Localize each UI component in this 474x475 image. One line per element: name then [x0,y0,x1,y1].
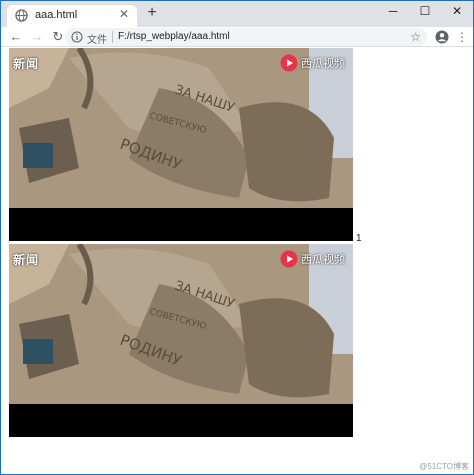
menu-kebab-icon[interactable]: ⋮ [456,29,468,45]
url-text[interactable]: F:/rtsp_webplay/aaa.html [118,31,230,42]
minimize-button[interactable]: ─ [377,1,409,23]
bookmark-star-icon[interactable]: ☆ [410,30,421,44]
video-frame: ЗА НАШУ СОВЕТСКУЮ РОДИНУ [9,48,353,241]
video-watermark-left: 新闻 [13,253,40,267]
video-player[interactable]: ЗА НАШУ СОВЕТСКУЮ РОДИНУ 新闻 西瓜视频 [9,48,353,241]
close-window-button[interactable]: ✕ [441,1,473,23]
back-button[interactable]: ← [7,28,25,46]
xigua-logo-icon [280,54,298,72]
address-divider [112,31,113,43]
video-watermark-text: 西瓜视频 [301,254,345,266]
page-content: ЗА НАШУ СОВЕТСКУЮ РОДИНУ 新闻 西瓜视频 1 ЗА НА… [1,48,473,474]
new-tab-button[interactable]: + [144,5,160,21]
video-watermark-right: 西瓜视频 [280,54,345,72]
tab-close-icon[interactable]: ✕ [117,7,131,21]
info-icon[interactable] [71,31,83,43]
browser-window: aaa.html ✕ + ─ ☐ ✕ ← → ↻ 文件 F:/rtsp_webp… [0,0,474,475]
xigua-logo-icon [280,250,298,268]
video-watermark-text: 西瓜视频 [301,58,345,70]
video-player[interactable]: ЗА НАШУ СОВЕТСКУЮ РОДИНУ 新闻 西瓜视频 [9,244,353,437]
between-label: 1 [356,233,362,244]
globe-icon [15,9,28,22]
scheme-label: 文件 [87,35,107,46]
tab-aaa-html[interactable]: aaa.html ✕ [7,5,137,27]
corner-watermark: @51CTO博客 [419,462,469,471]
video-watermark-left: 新闻 [13,57,40,71]
maximize-button[interactable]: ☐ [409,1,441,23]
tab-strip: aaa.html ✕ + ─ ☐ ✕ [1,1,473,27]
video-frame: ЗА НАШУ СОВЕТСКУЮ РОДИНУ [9,244,353,437]
address-bar[interactable]: 文件 F:/rtsp_webplay/aaa.html ☆ [65,28,427,46]
forward-button[interactable]: → [28,28,46,46]
account-icon[interactable] [435,30,449,44]
tab-title: aaa.html [35,9,78,21]
video-watermark-right: 西瓜视频 [280,250,345,268]
toolbar: ← → ↻ 文件 F:/rtsp_webplay/aaa.html ☆ ⋮ [1,27,473,47]
